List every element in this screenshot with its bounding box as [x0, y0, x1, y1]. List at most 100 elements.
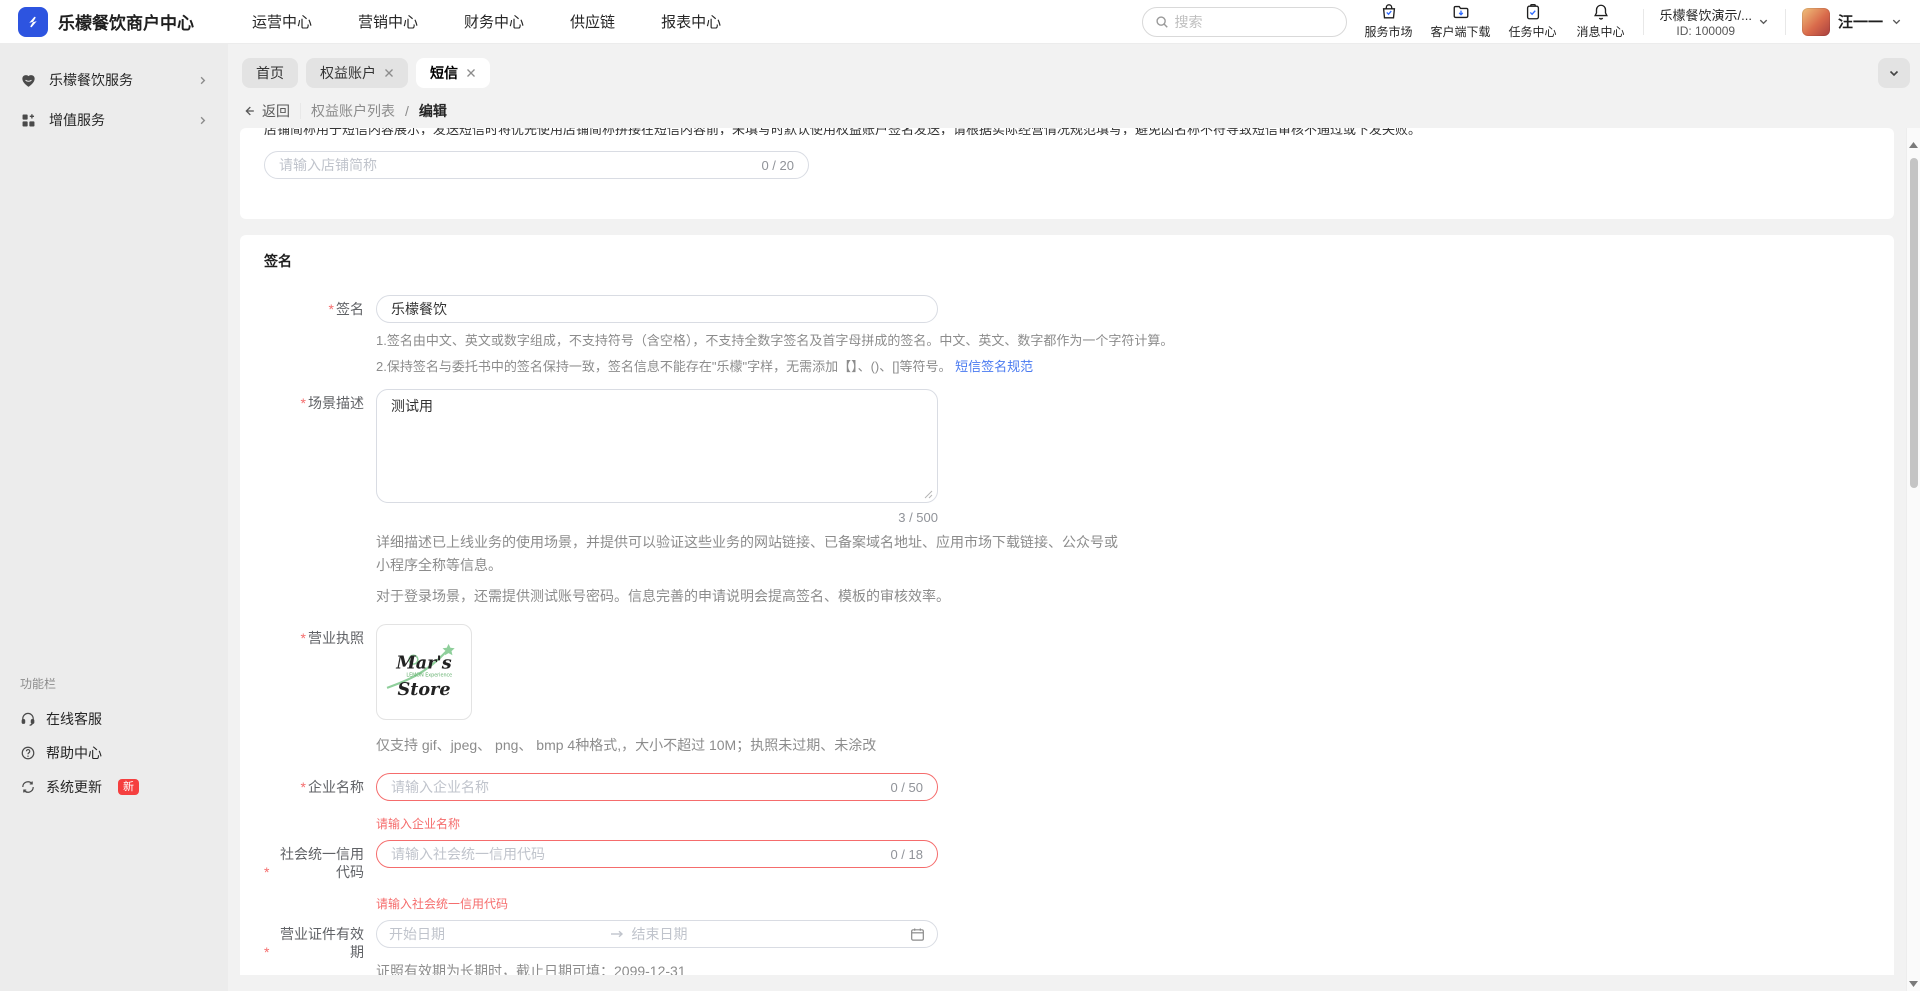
- tab-sms[interactable]: 短信: [416, 58, 490, 88]
- sms-signature-spec-link[interactable]: 短信签名规范: [955, 359, 1033, 374]
- company-name-field[interactable]: 0 / 50: [376, 773, 938, 801]
- scroll-down-arrow[interactable]: [1907, 981, 1920, 987]
- breadcrumb: 返回 权益账户列表 / 编辑: [228, 94, 1920, 128]
- credit-code-field[interactable]: 0 / 18: [376, 840, 938, 868]
- topbar-divider: [1784, 8, 1786, 35]
- update-icon: [20, 779, 36, 795]
- addon-blocks-icon: [20, 112, 37, 129]
- quick-link-label: 客户端下载: [1430, 25, 1491, 39]
- horizontal-scroll-strip: [228, 975, 1906, 991]
- calendar-icon[interactable]: [910, 927, 925, 942]
- end-date-input[interactable]: [631, 926, 902, 942]
- tab-home[interactable]: 首页: [242, 58, 298, 88]
- vertical-scrollbar[interactable]: [1906, 128, 1920, 991]
- scroll-up-arrow[interactable]: [1907, 142, 1920, 148]
- sidebar-footer-label: 在线客服: [46, 711, 102, 727]
- chevron-down-icon: [1891, 16, 1902, 27]
- store-short-name-card: 店铺简称用于短信内容展示，发送短信时将优先使用店铺简称拼接在短信内容前，未填写时…: [240, 128, 1894, 219]
- credit-code-error: 请输入社会统一信用代码: [376, 897, 509, 911]
- sidebar-footer-label: 系统更新: [46, 779, 102, 795]
- license-image-upload[interactable]: Mar's LEMON Experience Store: [376, 624, 472, 720]
- start-date-input[interactable]: [389, 926, 602, 942]
- search-input[interactable]: [1174, 13, 1334, 30]
- sidebar-item-label: 增值服务: [49, 112, 105, 128]
- resize-handle[interactable]: [924, 490, 933, 499]
- tab-label: 首页: [256, 65, 284, 81]
- scene-desc-textarea[interactable]: 测试用: [376, 389, 938, 503]
- new-badge: 新: [118, 779, 139, 795]
- char-counter: 0 / 20: [761, 157, 794, 173]
- headset-icon: [20, 711, 36, 727]
- char-counter: 0 / 50: [890, 779, 923, 795]
- sidebar-footer: 功能栏 在线客服 帮助中心 系统更新 新: [0, 675, 228, 804]
- license-validity-row: * 营业证件有效期 开始日期 结束日期 证照有效期为长期时，截止日期可填：209…: [264, 920, 1870, 983]
- merchant-name: 乐檬餐饮演示/...: [1659, 8, 1752, 23]
- signature-field[interactable]: [376, 295, 938, 323]
- required-mark: *: [300, 395, 306, 411]
- nav-supply-chain[interactable]: 供应链: [570, 11, 615, 32]
- topbar: 乐檬餐饮商户中心 运营中心 营销中心 财务中心 供应链 报表中心 服务市场 客户…: [0, 0, 1920, 44]
- nav-report-center[interactable]: 报表中心: [661, 11, 721, 32]
- tab-bar: 首页 权益账户 短信: [228, 44, 1920, 94]
- heart-service-icon: [20, 72, 37, 89]
- top-nav: 运营中心 营销中心 财务中心 供应链 报表中心: [252, 11, 721, 32]
- quick-link-task-center[interactable]: 任务中心: [1507, 3, 1559, 40]
- required-mark: *: [264, 864, 270, 880]
- tab-rights-account[interactable]: 权益账户: [306, 58, 408, 88]
- company-name-row: * 企业名称 0 / 50: [264, 773, 1870, 801]
- validity-date-range-field[interactable]: [376, 920, 938, 948]
- clipped-text-line: 店铺简称用于短信内容展示，发送短信时将优先使用店铺简称拼接在短信内容前，未填写时…: [264, 128, 1870, 135]
- breadcrumb-separator: /: [405, 103, 409, 119]
- sidebar-item-label: 乐檬餐饮服务: [49, 72, 133, 88]
- quick-link-client-download[interactable]: 客户端下载: [1431, 3, 1491, 40]
- chevron-down-icon: [1758, 16, 1769, 27]
- signature-row: * 签名 1.签名由中文、英文或数字组成，不支持符号（含空格），不支持全数字签名…: [264, 295, 1870, 377]
- signature-card: 签名 * 签名 1.签名由中文、英文或数字组成，不支持符号（含空格），不支持全数…: [240, 235, 1894, 991]
- breadcrumb-list-link[interactable]: 权益账户列表: [311, 101, 395, 121]
- sidebar-item-value-added[interactable]: 增值服务: [0, 100, 228, 140]
- sidebar-item-help-center[interactable]: 帮助中心: [20, 736, 208, 770]
- quick-link-label: 消息中心: [1576, 25, 1625, 39]
- brand-title: 乐檬餐饮商户中心: [58, 14, 194, 33]
- svg-text:Mar's: Mar's: [395, 652, 452, 673]
- scene-desc-row: * 场景描述 测试用 3 / 500 详细描述已上线业务的使用场景，并提供可以验…: [264, 389, 1870, 608]
- quick-link-message-center[interactable]: 消息中心: [1575, 3, 1627, 40]
- nav-marketing-center[interactable]: 营销中心: [358, 11, 418, 32]
- tab-label: 短信: [430, 65, 458, 81]
- quick-link-label: 服务市场: [1364, 25, 1413, 39]
- sidebar: 乐檬餐饮服务 增值服务 功能栏 在线客服 帮助中心 系统更新 新: [0, 44, 228, 991]
- store-short-name-input[interactable]: [279, 157, 754, 173]
- scene-tip-1: 详细描述已上线业务的使用场景，并提供可以验证这些业务的网站链接、已备案域名地址、…: [376, 534, 1118, 573]
- signature-input[interactable]: [391, 301, 923, 317]
- sidebar-item-online-support[interactable]: 在线客服: [20, 702, 208, 736]
- nav-finance-center[interactable]: 财务中心: [464, 11, 524, 32]
- store-short-name-field[interactable]: 0 / 20: [264, 151, 809, 179]
- signature-tip-2: 2.保持签名与委托书中的签名保持一致，签名信息不能存在"乐檬"字样，无需添加【】…: [376, 359, 1034, 374]
- user-menu[interactable]: 汪一一: [1801, 7, 1902, 36]
- task-clipboard-icon: [1524, 3, 1542, 21]
- tab-overflow-button[interactable]: [1878, 58, 1910, 88]
- merchant-switcher[interactable]: 乐檬餐饮演示/... ID: 100009: [1660, 5, 1769, 38]
- required-mark: *: [264, 944, 270, 960]
- function-bar-title: 功能栏: [20, 677, 57, 691]
- breadcrumb-current: 编辑: [418, 103, 447, 119]
- scrollbar-thumb[interactable]: [1910, 158, 1918, 488]
- field-label: * 场景描述: [300, 395, 364, 411]
- content-scroll-area: 店铺简称用于短信内容展示，发送短信时将优先使用店铺简称拼接在短信内容前，未填写时…: [228, 128, 1920, 991]
- company-name-input[interactable]: [391, 779, 883, 795]
- brand-logo-icon[interactable]: [18, 6, 48, 37]
- main-area: 首页 权益账户 短信 返回 权益账户列表 / 编辑 请输入店铺简称 0 / 20…: [228, 44, 1920, 991]
- credit-code-input[interactable]: [391, 846, 883, 862]
- sidebar-item-system-update[interactable]: 系统更新 新: [20, 770, 208, 804]
- close-icon[interactable]: [466, 68, 476, 78]
- back-button[interactable]: 返回: [242, 101, 290, 121]
- search-icon: [1155, 15, 1169, 29]
- quick-link-service-market[interactable]: 服务市场: [1363, 3, 1415, 40]
- sidebar-item-lemon-services[interactable]: 乐檬餐饮服务: [0, 60, 228, 100]
- section-title: 签名: [264, 253, 292, 269]
- scene-tip-2: 对于登录场景，还需提供测试账号密码。信息完善的申请说明会提高签名、模板的审核效率…: [376, 588, 950, 604]
- nav-operation-center[interactable]: 运营中心: [252, 11, 312, 32]
- char-counter: 3 / 500: [898, 510, 938, 525]
- search-box[interactable]: [1141, 6, 1347, 37]
- close-icon[interactable]: [384, 68, 394, 78]
